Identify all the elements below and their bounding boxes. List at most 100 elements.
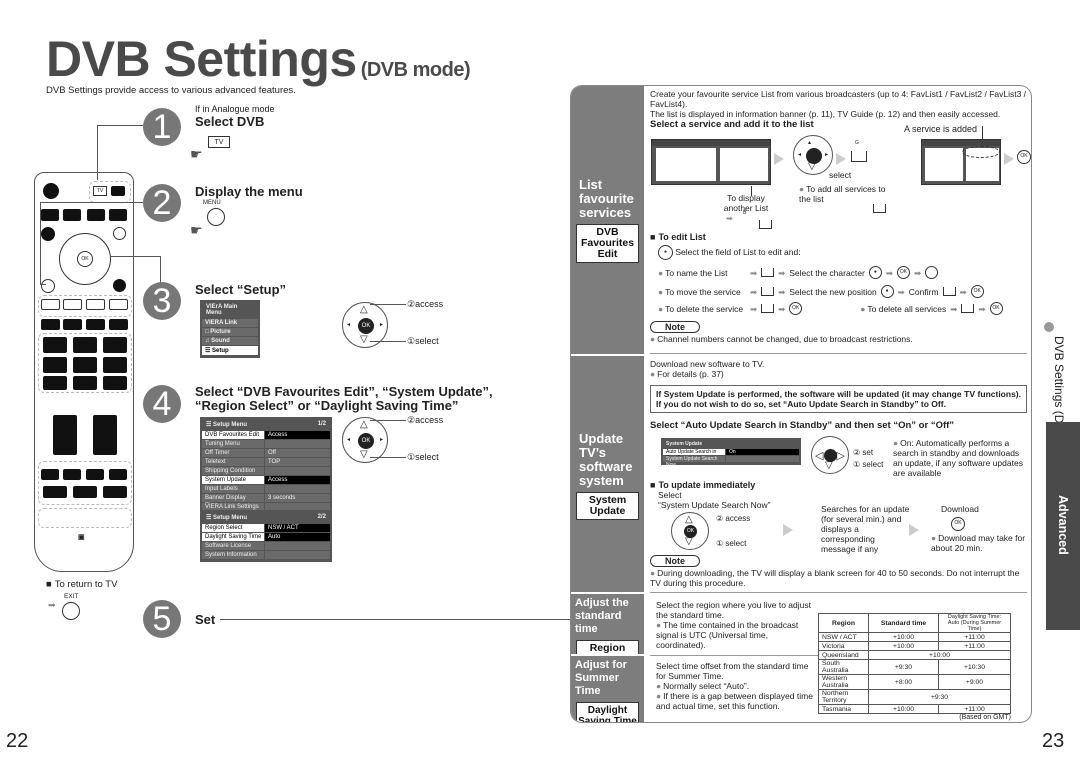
add-all-services-label: To add all services to the list xyxy=(799,184,899,204)
download-note: Download may take for about 20 min. xyxy=(931,533,1031,553)
setup-menu-row: Teletext TOP xyxy=(202,458,330,466)
download-label: Download xyxy=(941,504,979,514)
standard-time-cell: +9:30 xyxy=(868,659,939,675)
right-arrow-icon: ▸ xyxy=(824,152,828,158)
dst-time-cell: +9:00 xyxy=(938,674,1011,690)
region-cell: Queensland xyxy=(818,650,869,660)
setup-menu-item-value xyxy=(265,485,330,493)
update-note: Note During downloading, the TV will dis… xyxy=(650,555,1027,588)
step-4-number: 4 xyxy=(143,385,181,423)
page-number-left: 22 xyxy=(6,730,29,752)
arrow-icon xyxy=(783,521,793,539)
favourites-edit-screen xyxy=(651,139,771,185)
region-cell: NSW / ACT xyxy=(818,632,869,642)
setup-menu-row: Software License xyxy=(202,542,330,550)
setup-menu-item-value xyxy=(265,551,330,559)
time-cell: +9:30 xyxy=(868,689,1011,705)
menu-item-viera-link: VIERA Link xyxy=(202,319,258,327)
setup-menu-item-value: Access xyxy=(265,476,330,484)
edit-select-text: Select the field of List to edit and: xyxy=(675,246,801,257)
setup-menu-item-label: Tuning Menu xyxy=(202,440,264,448)
setup-menu-row: Shipping Condition xyxy=(202,467,330,475)
page-number-right: 23 xyxy=(1042,730,1065,752)
select-label: select xyxy=(829,170,852,180)
dpad-icon: ● xyxy=(658,245,673,260)
setup-menu-page: 1/2 xyxy=(317,421,326,427)
setup-menu-item-label: Banner Display Timeout xyxy=(202,494,264,509)
main-menu-screen: VIErA Main Menu VIERA Link □ Picture ♫ S… xyxy=(200,300,260,358)
step-4-access: ②access xyxy=(407,415,444,425)
right-arrow-icon: ▸ xyxy=(379,437,383,443)
setup-menu-item-label: System Information xyxy=(202,551,264,559)
menu-item-setup: ☰ Setup xyxy=(202,346,258,355)
setup-menu-row: Tuning Menu xyxy=(202,440,330,448)
dst-time-cell: +10:30 xyxy=(938,659,1011,675)
dpad-icon: ● xyxy=(880,285,894,298)
hand-pointer-icon: ☛ xyxy=(190,222,203,238)
arrow-icon xyxy=(836,150,846,168)
green-button-icon xyxy=(761,287,775,296)
tv-button[interactable]: TV xyxy=(93,186,107,196)
blue-button-icon xyxy=(759,220,773,230)
left-arrow-icon: ◁ xyxy=(815,450,824,462)
setup-menu-row: System Information xyxy=(202,551,330,559)
arrow-icon xyxy=(1004,150,1014,168)
setup-menu-item-label: Off Timer xyxy=(202,449,264,457)
setup-menu-row: DVB Favourites Edit Access xyxy=(202,431,330,439)
searches-description: Searches for an update (for several min.… xyxy=(821,504,910,554)
setup-menu-item-label: Software License xyxy=(202,542,264,550)
time-cell: +10:00 xyxy=(868,650,1011,660)
power-button[interactable] xyxy=(43,183,59,199)
region-cell: Western Australia xyxy=(818,674,869,690)
setup-menu-item-value xyxy=(265,440,330,448)
navigation-pad[interactable]: OK xyxy=(59,233,111,285)
table-header-region: Region xyxy=(818,613,869,633)
auto-update-heading: Select “Auto Update Search in Standby” a… xyxy=(650,420,955,431)
setup-menu-item-label: Teletext xyxy=(202,458,264,466)
exit-button-icon xyxy=(62,602,80,620)
delete-all-label: To delete all services xyxy=(860,304,946,314)
table-row: Queensland +10:00 xyxy=(818,650,1011,660)
setup-menu-item-value: 3 seconds xyxy=(265,494,330,502)
down-arrow-icon: ▽ xyxy=(360,449,368,460)
down-arrow-icon: ▽ xyxy=(825,460,833,471)
step-1-pre: If in Analogue mode xyxy=(195,104,275,114)
step-4-heading-line1: Select “DVB Favourites Edit”, “System Up… xyxy=(195,384,493,399)
green-button-label: G xyxy=(855,140,859,146)
step-5-number: 5 xyxy=(143,600,181,638)
confirm-label: Confirm xyxy=(908,286,939,297)
down-arrow-icon: ▽ xyxy=(808,161,816,172)
settings-panel: List favourite services DVB Favourites Edi… xyxy=(570,85,1032,723)
setup-menu-item-label: DVB Favourites Edit xyxy=(202,431,264,439)
dst-time-cell: +11:00 xyxy=(938,641,1011,651)
left-arrow-icon: ◂ xyxy=(798,152,802,158)
table-row: Northern Territory +9:30 xyxy=(818,689,1011,705)
ok-icon: OK xyxy=(358,318,374,334)
setup-menu-item-value xyxy=(265,467,330,475)
region-bullet: The time contained in the broadcast sign… xyxy=(656,620,816,650)
ok-button[interactable]: OK xyxy=(77,251,93,267)
left-arrow-icon: ◂ xyxy=(347,437,351,443)
setup-menu-row: Region Select NSW / ACT xyxy=(202,524,330,532)
menu-button[interactable] xyxy=(41,279,55,293)
step-3-heading: Select “Setup” xyxy=(195,282,287,297)
tag-daylight-saving-time: Daylight Saving Time xyxy=(576,702,639,722)
standard-time-cell: +8:00 xyxy=(868,674,939,690)
region-cell: Northern Territory xyxy=(818,689,869,705)
left-arrow-icon: ◂ xyxy=(347,322,351,328)
update-details: For details (p. 37) xyxy=(650,369,1027,379)
select-label: ① select xyxy=(716,539,747,548)
service-added-label: A service is added xyxy=(904,124,978,134)
ok-button-icon: OK xyxy=(1017,150,1031,164)
main-menu-title: VIErA Main Menu xyxy=(206,304,238,316)
select-label: ① select xyxy=(853,460,884,469)
step-1-heading: Select DVB xyxy=(195,114,265,129)
section-sidebar-update: Update TV’s software system System Update xyxy=(571,356,644,592)
delete-service-label: To delete the service xyxy=(658,304,746,314)
daylight-text: Select time offset from the standard tim… xyxy=(656,661,809,681)
tv-button-label: TV xyxy=(208,136,230,148)
setup-menu-item-value: Off xyxy=(265,449,330,457)
daylight-content: Select time offset from the standard tim… xyxy=(656,661,816,711)
remote-control: TV OK ▣ xyxy=(34,172,134,572)
step-2-heading: Display the menu xyxy=(195,184,303,199)
